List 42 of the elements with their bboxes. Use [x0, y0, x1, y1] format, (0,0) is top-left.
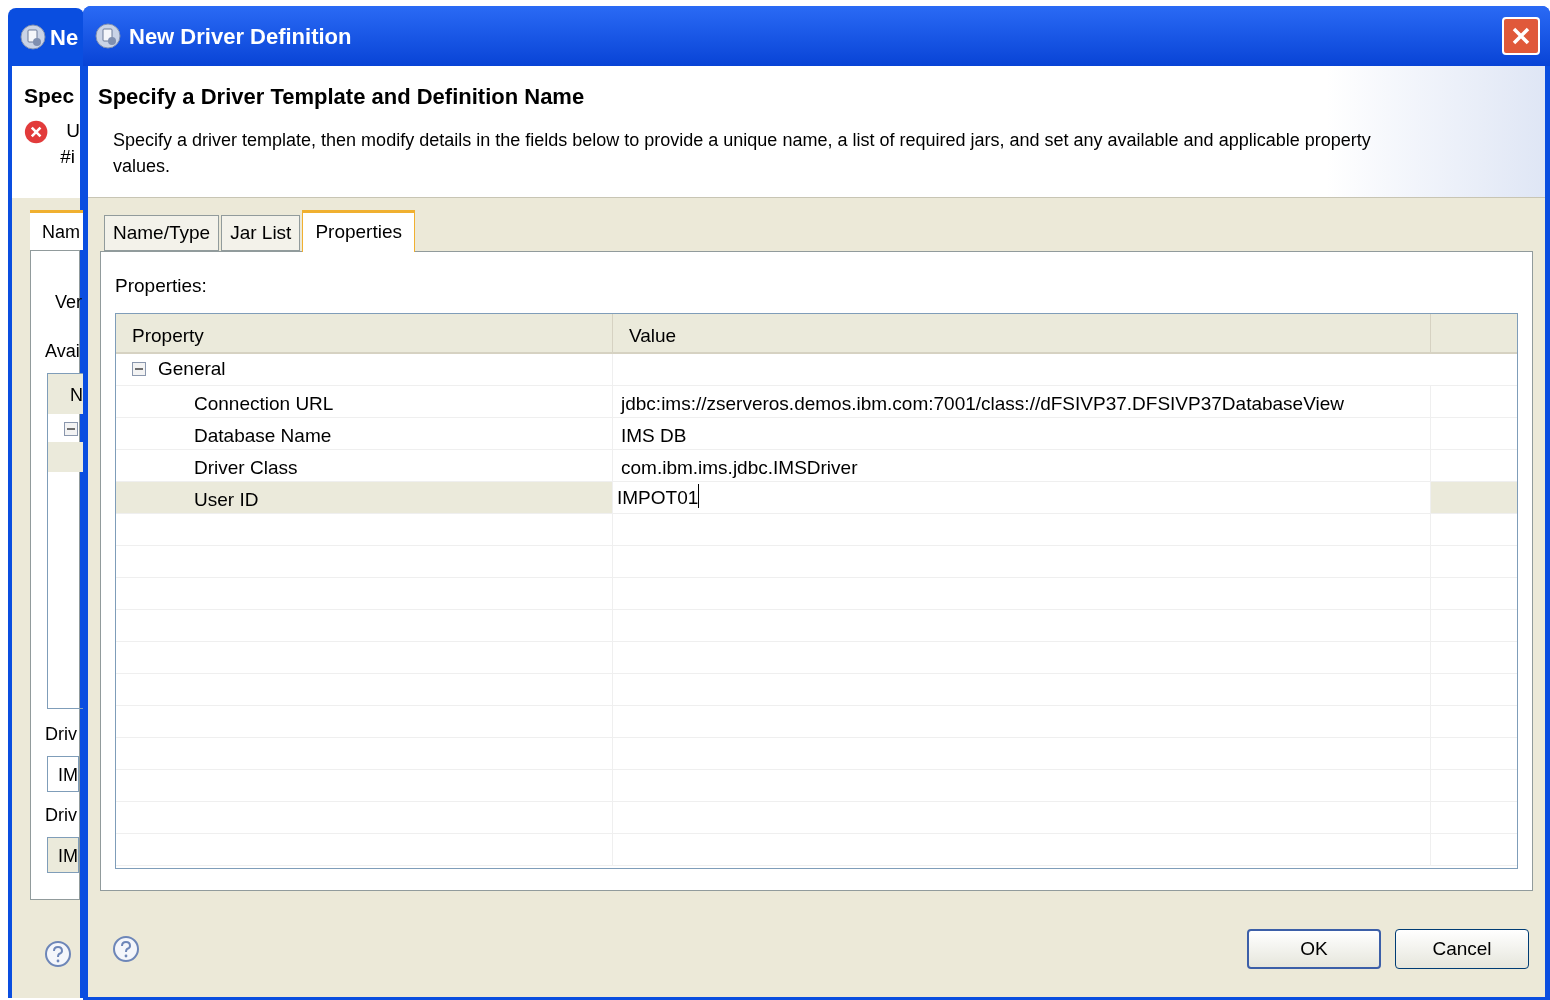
property-name: Database Name: [116, 417, 613, 449]
property-row[interactable]: User ID IMPOT01: [116, 481, 1517, 514]
collapse-icon[interactable]: [132, 362, 146, 376]
property-name: Driver Class: [116, 449, 613, 481]
column-header: Value: [613, 313, 1431, 352]
window-title: New Driver Definition: [129, 22, 353, 51]
property-value: com.ibm.ims.jdbc.IMSDriver: [613, 449, 1431, 481]
field-label: Driv: [45, 723, 77, 746]
column-header: Property: [116, 313, 613, 352]
database-gear-icon: [20, 24, 46, 50]
field-label: Driv: [45, 804, 77, 827]
property-value: IMS DB: [613, 417, 1431, 449]
dialog-button[interactable]: OK: [1247, 929, 1381, 969]
property-name: Connection URL: [116, 385, 613, 417]
error-message: #i: [60, 144, 77, 169]
text-field[interactable]: IM: [47, 837, 79, 873]
property-row[interactable]: Connection URL jdbc:ims://zserveros.demos.ibm.com:7001/class://dFSIVP37.DFSIVP37DatabaseView: [116, 385, 1517, 418]
column-header: N: [48, 374, 84, 414]
page-description: Specify a driver template, then modify details in the fields below to provide a unique name, a list of required jars, and set any available and applicable property values.: [112, 129, 1372, 178]
help-icon[interactable]: [112, 935, 140, 963]
page-heading: Specify a Driver Template and Definition Name: [98, 83, 585, 111]
database-gear-icon: [95, 23, 121, 49]
help-icon[interactable]: [44, 940, 72, 968]
group-label[interactable]: General: [158, 354, 226, 384]
close-icon: [1511, 26, 1531, 46]
window-title: Ne: [50, 23, 79, 52]
tab[interactable]: Nam: [30, 210, 84, 250]
dialog-button[interactable]: Cancel: [1395, 929, 1529, 969]
property-value: jdbc:ims://zserveros.demos.ibm.com:7001/class://dFSIVP37.DFSIVP37DatabaseView: [613, 385, 1431, 417]
property-row[interactable]: Database Name IMS DB: [116, 417, 1517, 450]
page-heading: Spec: [24, 83, 75, 109]
tab[interactable]: Jar List: [221, 215, 301, 251]
field-label: Avai: [45, 340, 80, 363]
collapse-icon[interactable]: [64, 422, 78, 436]
text-field[interactable]: IM: [47, 756, 79, 792]
error-message: U: [66, 118, 80, 143]
close-button[interactable]: [1502, 17, 1540, 55]
tab[interactable]: Name/Type: [104, 215, 220, 251]
property-row[interactable]: Driver Class com.ibm.ims.jdbc.IMSDriver: [116, 449, 1517, 482]
field-label: Properties:: [115, 274, 208, 298]
tab[interactable]: Properties: [302, 210, 415, 252]
value-input[interactable]: IMPOT01: [613, 481, 1431, 513]
